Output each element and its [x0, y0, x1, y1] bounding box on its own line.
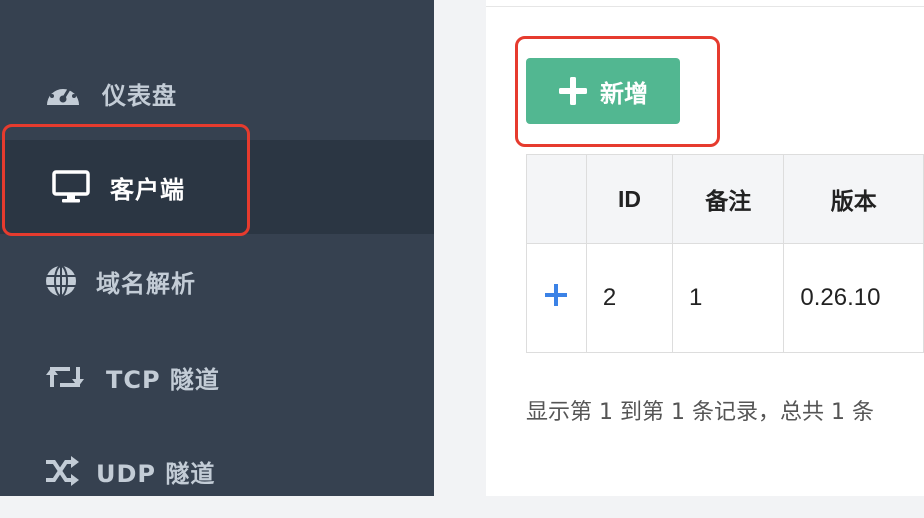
sidebar-item-tcp-tunnel[interactable]: TCP 隧道: [0, 330, 434, 424]
column-header-version[interactable]: 版本: [783, 154, 924, 244]
column-header-remark[interactable]: 备注: [672, 154, 785, 244]
content-gutter: [434, 0, 486, 496]
highlight-box-sidebar: [2, 124, 250, 236]
cell-remark: 1: [672, 243, 785, 353]
cell-version: 0.26.10: [783, 243, 924, 353]
sidebar: 仪表盘 客户端 域名解析 TCP 隧道 UDP 隧道: [0, 0, 434, 496]
sidebar-item-udp-tunnel[interactable]: UDP 隧道: [0, 424, 434, 518]
divider: [486, 6, 924, 7]
sidebar-item-label: 域名解析: [96, 269, 196, 298]
column-header-expand: [526, 154, 587, 244]
expand-row-button[interactable]: [526, 243, 587, 353]
retweet-icon: [44, 363, 86, 391]
table-header-row: ID 备注 版本: [526, 154, 924, 244]
cell-id: 2: [585, 243, 674, 353]
random-icon: [44, 456, 80, 486]
sidebar-item-domains[interactable]: 域名解析: [0, 234, 434, 328]
globe-icon: [44, 264, 78, 298]
highlight-box-add: [515, 36, 720, 147]
sidebar-item-label: 仪表盘: [102, 81, 177, 110]
clients-table: ID 备注 版本 2 1 0.26.10: [526, 154, 924, 353]
column-header-id[interactable]: ID: [585, 154, 674, 244]
sidebar-item-label: TCP 隧道: [106, 365, 220, 394]
expand-plus-icon: [544, 283, 568, 307]
dashboard-icon: [44, 77, 82, 109]
pagination-summary: 显示第 1 到第 1 条记录，总共 1 条: [526, 400, 874, 425]
table-row: 2 1 0.26.10: [526, 243, 924, 353]
sidebar-item-label: UDP 隧道: [96, 459, 216, 488]
